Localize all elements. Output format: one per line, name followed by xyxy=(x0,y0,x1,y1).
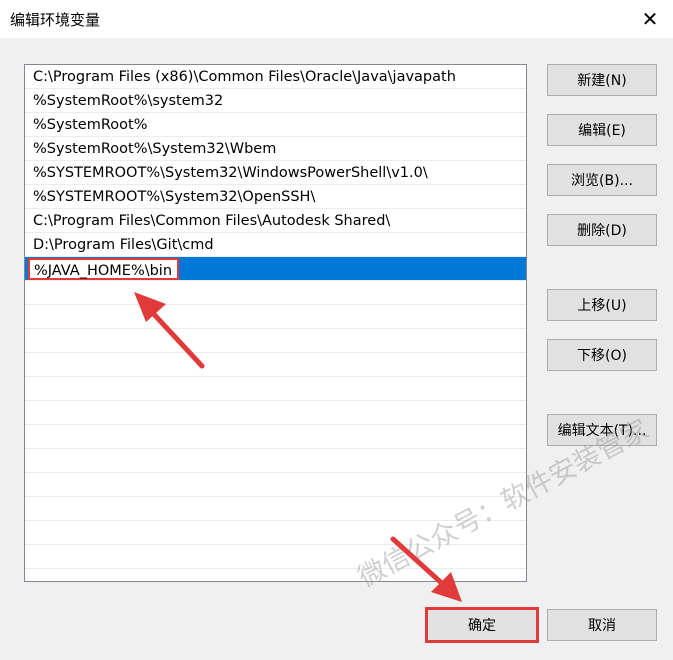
list-item-text: %SystemRoot%\System32\Wbem xyxy=(33,141,277,157)
empty-row xyxy=(25,353,526,377)
list-item[interactable]: %SYSTEMROOT%\System32\OpenSSH\ xyxy=(25,185,526,209)
move-down-button[interactable]: 下移(O) xyxy=(547,339,657,371)
delete-button[interactable]: 删除(D) xyxy=(547,214,657,246)
browse-button[interactable]: 浏览(B)... xyxy=(547,164,657,196)
list-item-text: %SYSTEMROOT%\System32\WindowsPowerShell\… xyxy=(33,165,428,181)
empty-row xyxy=(25,305,526,329)
close-icon: ✕ xyxy=(641,7,659,31)
list-item[interactable]: %SystemRoot%\system32 xyxy=(25,89,526,113)
ok-button[interactable]: 确定 xyxy=(425,607,539,643)
empty-row xyxy=(25,425,526,449)
list-item[interactable]: %SystemRoot%\System32\Wbem xyxy=(25,137,526,161)
list-item-selected[interactable]: %JAVA_HOME%\bin xyxy=(25,257,526,281)
list-item[interactable]: D:\Program Files\Git\cmd xyxy=(25,233,526,257)
list-item[interactable]: %SYSTEMROOT%\System32\WindowsPowerShell\… xyxy=(25,161,526,185)
empty-row xyxy=(25,281,526,305)
empty-row xyxy=(25,449,526,473)
empty-row xyxy=(25,545,526,569)
edit-button[interactable]: 编辑(E) xyxy=(547,114,657,146)
list-item-text: D:\Program Files\Git\cmd xyxy=(33,237,214,253)
list-item[interactable]: %SystemRoot% xyxy=(25,113,526,137)
path-edit-input[interactable]: %JAVA_HOME%\bin xyxy=(28,258,180,280)
empty-row xyxy=(25,401,526,425)
list-item-text: C:\Program Files\Common Files\Autodesk S… xyxy=(33,213,391,229)
list-item-text: %SYSTEMROOT%\System32\OpenSSH\ xyxy=(33,189,316,205)
title-bar: 编辑环境变量 ✕ xyxy=(0,0,673,38)
list-item-text: C:\Program Files (x86)\Common Files\Orac… xyxy=(33,69,456,85)
list-item-text: %SystemRoot% xyxy=(33,117,148,133)
empty-row xyxy=(25,473,526,497)
cancel-button[interactable]: 取消 xyxy=(547,609,657,641)
empty-row xyxy=(25,521,526,545)
move-up-button[interactable]: 上移(U) xyxy=(547,289,657,321)
list-item[interactable]: C:\Program Files (x86)\Common Files\Orac… xyxy=(25,65,526,89)
empty-row xyxy=(25,329,526,353)
list-item[interactable]: C:\Program Files\Common Files\Autodesk S… xyxy=(25,209,526,233)
list-item-text: %SystemRoot%\system32 xyxy=(33,93,224,109)
path-list[interactable]: C:\Program Files (x86)\Common Files\Orac… xyxy=(24,64,527,582)
edit-text-button[interactable]: 编辑文本(T)... xyxy=(547,414,657,446)
window-title: 编辑环境变量 xyxy=(10,11,101,29)
close-button[interactable]: ✕ xyxy=(627,0,673,38)
empty-row xyxy=(25,377,526,401)
new-button[interactable]: 新建(N) xyxy=(547,64,657,96)
empty-row xyxy=(25,497,526,521)
